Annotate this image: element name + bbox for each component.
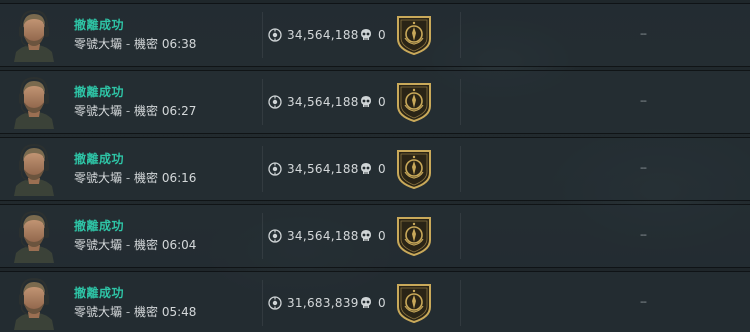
value-coin-icon xyxy=(268,95,282,109)
match-row[interactable]: 撤離成功 零號大壩 - 機密 06:38 34,564,188 0 -- xyxy=(0,3,750,67)
match-time: 06:16 xyxy=(161,171,197,185)
loot-value: 34,564,188 xyxy=(268,25,359,45)
match-row[interactable]: 撤離成功 零號大壩 - 機密 05:48 31,683,839 0 -- xyxy=(0,271,750,332)
rank-shield-badge-icon xyxy=(397,150,431,189)
mode-name: 機密 xyxy=(134,37,159,51)
operator-avatar-icon xyxy=(14,143,54,196)
skull-icon xyxy=(361,96,371,107)
column-divider xyxy=(262,280,263,326)
map-name: 零號大壩 xyxy=(74,238,123,252)
extra-stat: -- xyxy=(640,228,647,241)
mode-name: 機密 xyxy=(134,104,159,118)
column-divider xyxy=(262,146,263,192)
separator: - xyxy=(125,238,131,252)
match-row[interactable]: 撤離成功 零號大壩 - 機密 06:27 34,564,188 0 -- xyxy=(0,70,750,134)
separator: - xyxy=(125,305,131,319)
loot-value-text: 34,564,188 xyxy=(287,95,359,109)
map-name: 零號大壩 xyxy=(74,305,123,319)
extraction-status: 撤離成功 xyxy=(74,152,125,166)
operator-avatar-icon xyxy=(14,277,54,330)
map-name: 零號大壩 xyxy=(74,171,123,185)
match-row[interactable]: 撤離成功 零號大壩 - 機密 06:04 34,564,188 0 -- xyxy=(0,204,750,268)
column-divider xyxy=(262,213,263,259)
skull-icon xyxy=(361,29,371,40)
value-coin-icon xyxy=(268,162,282,176)
kill-count-text: 0 xyxy=(378,229,386,243)
loot-value: 34,564,188 xyxy=(268,226,359,246)
rank-shield-badge-icon xyxy=(397,217,431,256)
kill-count-text: 0 xyxy=(378,296,386,310)
loot-value: 34,564,188 xyxy=(268,92,359,112)
column-divider xyxy=(460,79,461,125)
map-name: 零號大壩 xyxy=(74,104,123,118)
value-coin-icon xyxy=(268,296,282,310)
kill-count: 0 xyxy=(360,25,386,45)
mode-name: 機密 xyxy=(134,305,159,319)
extra-stat: -- xyxy=(640,161,647,174)
kill-count-text: 0 xyxy=(378,95,386,109)
map-name: 零號大壩 xyxy=(74,37,123,51)
skull-icon xyxy=(361,230,371,241)
match-time: 06:04 xyxy=(161,238,197,252)
kill-count: 0 xyxy=(360,92,386,112)
extraction-status: 撤離成功 xyxy=(74,85,125,99)
loot-value: 31,683,839 xyxy=(268,293,359,313)
match-history-list: 撤離成功 零號大壩 - 機密 06:38 34,564,188 0 -- 撤離成… xyxy=(0,0,750,332)
column-divider xyxy=(460,12,461,58)
kill-count: 0 xyxy=(360,226,386,246)
rank-shield-badge-icon xyxy=(397,284,431,323)
loot-value: 34,564,188 xyxy=(268,159,359,179)
separator: - xyxy=(125,37,131,51)
value-coin-icon xyxy=(268,229,282,243)
match-time: 06:38 xyxy=(161,37,197,51)
map-detail: 零號大壩 - 機密 06:27 xyxy=(74,102,196,119)
column-divider xyxy=(262,79,263,125)
kill-count-text: 0 xyxy=(378,162,386,176)
rank-shield-badge-icon xyxy=(397,83,431,122)
mode-name: 機密 xyxy=(134,171,159,185)
loot-value-text: 34,564,188 xyxy=(287,28,359,42)
match-time: 05:48 xyxy=(161,305,197,319)
map-detail: 零號大壩 - 機密 06:16 xyxy=(74,169,196,186)
loot-value-text: 34,564,188 xyxy=(287,162,359,176)
extra-stat: -- xyxy=(640,295,647,308)
column-divider xyxy=(460,280,461,326)
match-time: 06:27 xyxy=(161,104,197,118)
map-detail: 零號大壩 - 機密 05:48 xyxy=(74,303,196,320)
extraction-status: 撤離成功 xyxy=(74,219,125,233)
extra-stat: -- xyxy=(640,27,647,40)
operator-avatar-icon xyxy=(14,76,54,129)
separator: - xyxy=(125,171,131,185)
rank-shield-badge-icon xyxy=(397,16,431,55)
operator-avatar-icon xyxy=(14,210,54,263)
extra-stat: -- xyxy=(640,94,647,107)
value-coin-icon xyxy=(268,28,282,42)
column-divider xyxy=(460,146,461,192)
extraction-status: 撤離成功 xyxy=(74,286,125,300)
kill-count: 0 xyxy=(360,293,386,313)
column-divider xyxy=(460,213,461,259)
map-detail: 零號大壩 - 機密 06:04 xyxy=(74,236,196,253)
skull-icon xyxy=(361,163,371,174)
mode-name: 機密 xyxy=(134,238,159,252)
column-divider xyxy=(262,12,263,58)
operator-avatar-icon xyxy=(14,9,54,62)
kill-count-text: 0 xyxy=(378,28,386,42)
separator: - xyxy=(125,104,131,118)
match-row[interactable]: 撤離成功 零號大壩 - 機密 06:16 34,564,188 0 -- xyxy=(0,137,750,201)
extraction-status: 撤離成功 xyxy=(74,18,125,32)
skull-icon xyxy=(361,297,371,308)
loot-value-text: 34,564,188 xyxy=(287,229,359,243)
loot-value-text: 31,683,839 xyxy=(287,296,359,310)
kill-count: 0 xyxy=(360,159,386,179)
map-detail: 零號大壩 - 機密 06:38 xyxy=(74,35,196,52)
